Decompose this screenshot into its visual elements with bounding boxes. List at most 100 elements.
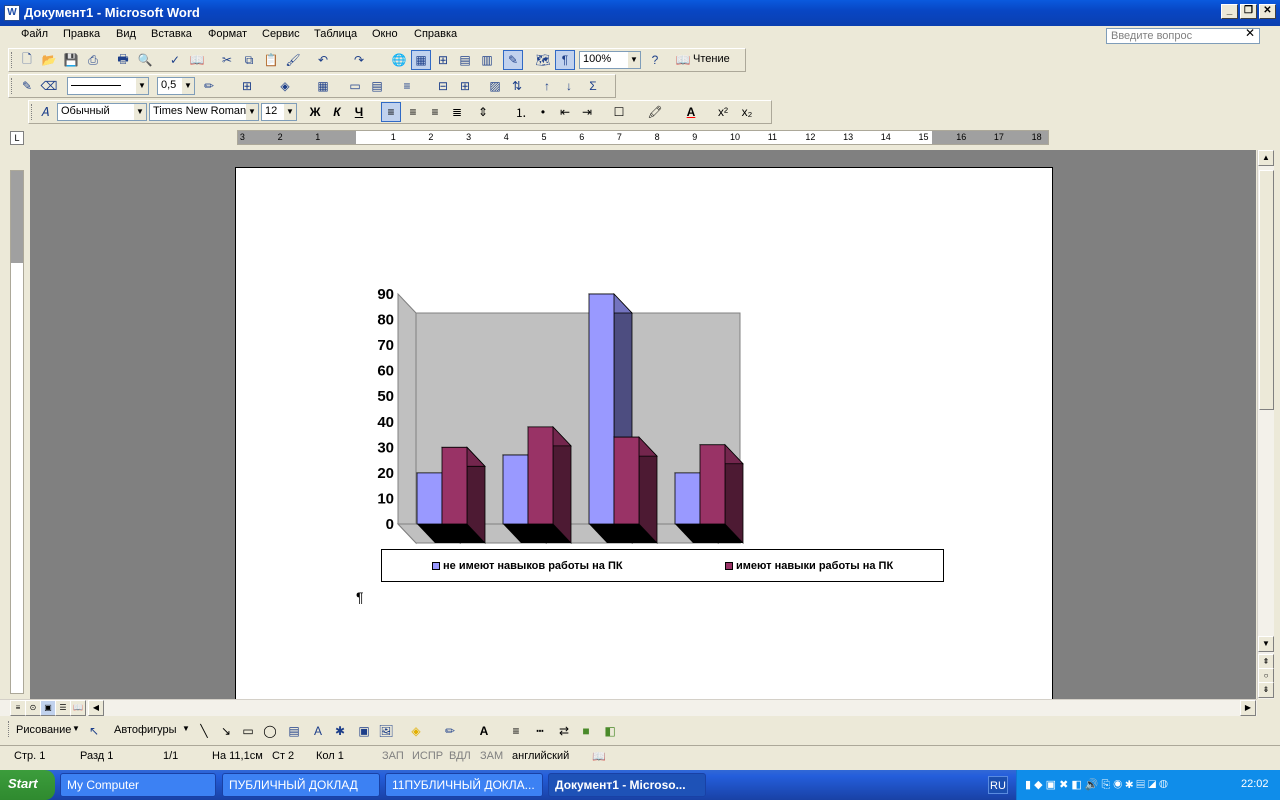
help-icon[interactable]: ? bbox=[645, 50, 665, 70]
web-view-button[interactable]: ⊙ bbox=[25, 700, 41, 716]
3d-style-icon[interactable]: ◧ bbox=[600, 721, 620, 741]
shading-icon[interactable]: ◈ bbox=[275, 76, 295, 96]
font-select[interactable]: Times New Roman ▼ bbox=[149, 103, 259, 121]
menu-help[interactable]: Справка bbox=[411, 28, 460, 40]
sort-ascending-icon[interactable]: ↑ bbox=[537, 76, 557, 96]
toolbar-grip[interactable] bbox=[11, 78, 14, 94]
numbering-icon[interactable]: ⒈ bbox=[511, 102, 531, 122]
menu-tools[interactable]: Сервис bbox=[259, 28, 303, 40]
undo-icon[interactable]: ↶ bbox=[313, 50, 333, 70]
chevron-down-icon[interactable]: ▼ bbox=[182, 724, 190, 733]
scroll-left-button[interactable]: ◀ bbox=[88, 700, 104, 716]
justify-icon[interactable]: ≣ bbox=[447, 102, 467, 122]
insert-table-icon[interactable]: ▦ bbox=[313, 76, 333, 96]
show-formatting-icon[interactable]: ¶ bbox=[555, 50, 575, 70]
decrease-indent-icon[interactable]: ⇤ bbox=[555, 102, 575, 122]
zoom-select[interactable]: 100% ▼ bbox=[579, 51, 641, 69]
text-box-icon[interactable]: ▤ bbox=[284, 721, 304, 741]
status-language[interactable]: английский bbox=[512, 750, 569, 762]
vertical-ruler[interactable] bbox=[10, 170, 24, 694]
status-extend[interactable]: ВДЛ bbox=[449, 750, 471, 762]
spelling-icon[interactable]: ✓ bbox=[165, 50, 185, 70]
bar-chart[interactable]: 0 10 20 30 40 50 60 70 80 90 bbox=[360, 285, 780, 545]
redo-icon[interactable]: ↷ bbox=[349, 50, 369, 70]
scroll-up-button[interactable]: ▲ bbox=[1258, 150, 1274, 166]
toolbar-grip[interactable] bbox=[31, 104, 34, 120]
menu-edit[interactable]: Правка bbox=[60, 28, 103, 40]
increase-indent-icon[interactable]: ⇥ bbox=[577, 102, 597, 122]
chevron-down-icon[interactable]: ▼ bbox=[182, 78, 194, 94]
shadow-style-icon[interactable]: ■ bbox=[576, 721, 596, 741]
restore-button[interactable]: ❐ bbox=[1240, 4, 1257, 19]
chevron-down-icon[interactable]: ▼ bbox=[284, 104, 296, 120]
permission-icon[interactable]: ⎙ bbox=[83, 50, 103, 70]
menu-format[interactable]: Формат bbox=[205, 28, 250, 40]
border-color-icon[interactable]: ✏ bbox=[199, 76, 219, 96]
paragraph-mark[interactable]: ¶ bbox=[356, 589, 364, 605]
clip-art-icon[interactable]: ▣ bbox=[354, 721, 374, 741]
line-spacing-icon[interactable]: ⇕ bbox=[473, 102, 493, 122]
underline-button[interactable]: Ч bbox=[349, 102, 369, 122]
reading-icon[interactable]: 📖 bbox=[673, 50, 693, 70]
status-track-changes[interactable]: ИСПР bbox=[412, 750, 443, 762]
align-left-icon[interactable]: ≡ bbox=[381, 102, 401, 122]
tab-selector[interactable]: L bbox=[10, 131, 24, 145]
columns-icon[interactable]: ▥ bbox=[477, 50, 497, 70]
align-icon[interactable]: ≡ bbox=[397, 76, 417, 96]
font-color-icon[interactable]: A bbox=[474, 721, 494, 741]
close-button[interactable]: ✕ bbox=[1259, 4, 1276, 19]
autosum-icon[interactable]: Σ bbox=[583, 76, 603, 96]
next-page-button[interactable]: ⇟ bbox=[1258, 682, 1274, 698]
scroll-right-button[interactable]: ▶ bbox=[1240, 700, 1256, 716]
borders-icon[interactable]: ⊞ bbox=[237, 76, 257, 96]
chart-legend[interactable]: не имеют навыков работы на ПК имеют навы… bbox=[381, 549, 944, 582]
menu-window[interactable]: Окно bbox=[369, 28, 401, 40]
chevron-down-icon[interactable]: ▼ bbox=[136, 78, 148, 94]
outside-border-icon[interactable]: ☐ bbox=[609, 102, 629, 122]
autoformat-icon[interactable]: ▨ bbox=[485, 76, 505, 96]
open-icon[interactable]: 📂 bbox=[39, 50, 59, 70]
horizontal-ruler[interactable]: 3 2 1 1 2 3 4 5 6 7 8 9 10 11 12 13 14 15 16 17 18 bbox=[237, 130, 1049, 145]
menu-file[interactable]: Файл bbox=[18, 28, 51, 40]
chevron-down-icon[interactable]: ▼ bbox=[72, 724, 80, 733]
word-app-icon[interactable]: W bbox=[4, 5, 20, 21]
status-record[interactable]: ЗАП bbox=[382, 750, 404, 762]
language-indicator[interactable]: RU bbox=[988, 776, 1008, 794]
tray-icons[interactable]: ▮ ◆ ▣ ✖ ◧ 🔊 ⎘ ◉ ✱ ▤ ◪ ◍ bbox=[1025, 778, 1168, 792]
minimize-button[interactable]: _ bbox=[1221, 4, 1238, 19]
start-button[interactable]: Start bbox=[0, 770, 55, 800]
italic-button[interactable]: К bbox=[327, 102, 347, 122]
line-style-select[interactable]: ▼ bbox=[67, 77, 149, 95]
vertical-scrollbar[interactable]: ▲ ▼ ⇞ ○ ⇟ bbox=[1257, 150, 1274, 699]
new-document-icon[interactable]: 🗋 bbox=[17, 50, 37, 70]
task-word-public-report[interactable]: 11ПУБЛИЧНЫЙ ДОКЛА... bbox=[385, 773, 543, 797]
tables-borders-icon[interactable]: ▦ bbox=[411, 50, 431, 70]
help-search-input[interactable]: Введите вопрос bbox=[1106, 28, 1260, 44]
normal-view-button[interactable]: ≡ bbox=[10, 700, 26, 716]
reading-label[interactable]: Чтение bbox=[693, 53, 730, 65]
line-icon[interactable]: ╲ bbox=[194, 721, 214, 741]
drawing-icon[interactable]: ✎ bbox=[503, 50, 523, 70]
font-color-icon[interactable]: A bbox=[681, 102, 701, 122]
merge-cells-icon[interactable]: ▭ bbox=[345, 76, 365, 96]
outline-view-button[interactable]: ☰ bbox=[55, 700, 71, 716]
oval-icon[interactable]: ◯ bbox=[260, 721, 280, 741]
align-center-icon[interactable]: ≡ bbox=[403, 102, 423, 122]
select-objects-icon[interactable]: ↖ bbox=[84, 721, 104, 741]
styles-formatting-icon[interactable]: 𝐴 bbox=[35, 102, 55, 122]
menu-insert[interactable]: Вставка bbox=[148, 28, 195, 40]
task-word-document1[interactable]: Документ1 - Microso... bbox=[548, 773, 706, 797]
picture-icon[interactable]: 🖼 bbox=[376, 721, 396, 741]
toolbar-grip[interactable] bbox=[8, 721, 11, 737]
align-right-icon[interactable]: ≡ bbox=[425, 102, 445, 122]
highlight-icon[interactable]: 🖍 bbox=[645, 102, 665, 122]
chevron-down-icon[interactable]: ▼ bbox=[246, 104, 258, 120]
superscript-icon[interactable]: x² bbox=[713, 102, 733, 122]
line-weight-select[interactable]: 0,5 ▼ bbox=[157, 77, 195, 95]
chevron-down-icon[interactable]: ▼ bbox=[628, 52, 640, 68]
line-color-icon[interactable]: ✏ bbox=[440, 721, 460, 741]
eraser-icon[interactable]: ⌫ bbox=[39, 76, 59, 96]
distribute-rows-icon[interactable]: ⊟ bbox=[433, 76, 453, 96]
font-size-select[interactable]: 12 ▼ bbox=[261, 103, 297, 121]
distribute-columns-icon[interactable]: ⊞ bbox=[455, 76, 475, 96]
